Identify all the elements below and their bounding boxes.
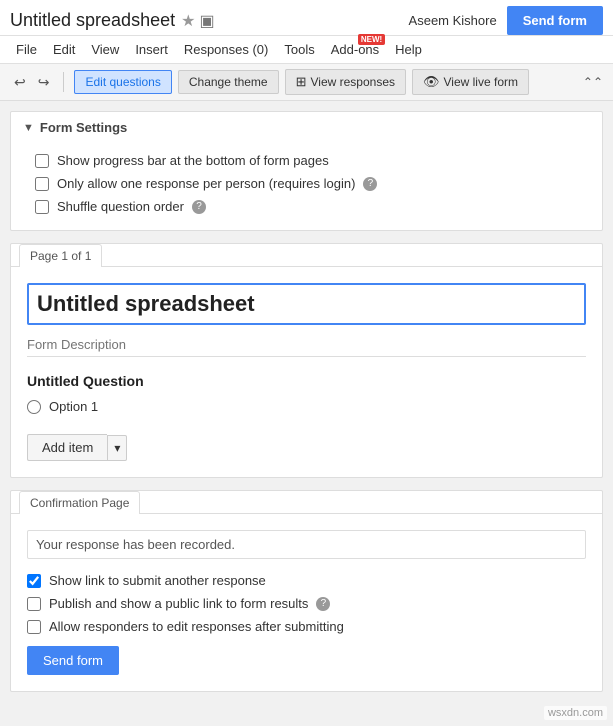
eye-icon: 👁 [423, 74, 440, 90]
publish-link-label: Publish and show a public link to form r… [49, 596, 308, 611]
redo-button[interactable]: ↪ [34, 72, 54, 93]
menu-help[interactable]: Help [389, 40, 428, 59]
settings-checkbox-row-2: Only allow one response per person (requ… [35, 172, 578, 195]
form-description-input[interactable] [27, 333, 586, 357]
menu-tools[interactable]: Tools [278, 40, 320, 59]
toolbar: ↩ ↪ Edit questions Change theme ⊞ View r… [0, 64, 613, 101]
progress-bar-checkbox[interactable] [35, 154, 49, 168]
show-link-checkbox[interactable] [27, 574, 41, 588]
show-link-label: Show link to submit another response [49, 573, 266, 588]
menu-addons[interactable]: Add-onsNEW! [325, 40, 385, 59]
one-response-checkbox[interactable] [35, 177, 49, 191]
publish-link-help-icon[interactable]: ? [316, 597, 330, 611]
view-live-form-button[interactable]: 👁 View live form [412, 69, 529, 95]
one-response-help-icon[interactable]: ? [363, 177, 377, 191]
menu-view[interactable]: View [85, 40, 125, 59]
title-left: Untitled spreadsheet ★ ▣ [10, 10, 215, 31]
add-item-button[interactable]: Add item [27, 434, 107, 461]
confirmation-panel: Confirmation Page Show link to submit an… [10, 490, 603, 692]
add-item-dropdown-button[interactable]: ▾ [107, 435, 127, 461]
settings-checkbox-row-1: Show progress bar at the bottom of form … [35, 149, 578, 172]
toolbar-separator [63, 72, 64, 92]
shuffle-questions-checkbox[interactable] [35, 200, 49, 214]
one-response-label: Only allow one response per person (requ… [57, 176, 355, 191]
send-form-button-bottom[interactable]: Send form [27, 646, 119, 675]
menu-edit[interactable]: Edit [47, 40, 81, 59]
form-settings-body: Show progress bar at the bottom of form … [11, 143, 602, 230]
form-title-input[interactable] [27, 283, 586, 325]
spreadsheet-title: Untitled spreadsheet [10, 10, 175, 31]
undo-redo-group: ↩ ↪ [10, 72, 53, 93]
menu-insert[interactable]: Insert [129, 40, 174, 59]
view-responses-button[interactable]: ⊞ View responses [285, 69, 406, 95]
form-settings-label: Form Settings [40, 120, 127, 135]
new-badge: NEW! [358, 34, 385, 45]
view-live-form-label: View live form [444, 75, 518, 89]
view-responses-icon: ⊞ [296, 74, 307, 90]
settings-checkbox-row-3: Shuffle question order ? [35, 195, 578, 218]
watermark: wsxdn.com [544, 706, 607, 720]
progress-bar-label: Show progress bar at the bottom of form … [57, 153, 329, 168]
option-1-label: Option 1 [49, 399, 98, 414]
confirmation-checkbox-row-2: Publish and show a public link to form r… [27, 592, 586, 615]
send-form-button-top[interactable]: Send form [507, 6, 603, 35]
menu-bar: File Edit View Insert Responses (0) Tool… [0, 36, 613, 64]
confirmation-checkbox-row-1: Show link to submit another response [27, 569, 586, 592]
page-panel: Page 1 of 1 Untitled Question Option 1 A… [10, 243, 603, 478]
view-responses-label: View responses [311, 75, 396, 89]
form-settings-panel: ▼ Form Settings Show progress bar at the… [10, 111, 603, 231]
settings-arrow-icon: ▼ [23, 122, 34, 134]
change-theme-button[interactable]: Change theme [178, 70, 279, 94]
edit-questions-button[interactable]: Edit questions [74, 70, 171, 94]
menu-file[interactable]: File [10, 40, 43, 59]
page-tab[interactable]: Page 1 of 1 [19, 244, 102, 267]
shuffle-questions-label: Shuffle question order [57, 199, 184, 214]
publish-link-checkbox[interactable] [27, 597, 41, 611]
shuffle-help-icon[interactable]: ? [192, 200, 206, 214]
undo-button[interactable]: ↩ [10, 72, 30, 93]
title-icons: ★ ▣ [181, 11, 214, 31]
user-name: Aseem Kishore [409, 13, 497, 28]
main-content: ▼ Form Settings Show progress bar at the… [0, 101, 613, 714]
add-item-row: Add item ▾ [27, 434, 586, 461]
page-content: Untitled Question Option 1 Add item ▾ [11, 266, 602, 477]
confirmation-content: Show link to submit another response Pub… [11, 513, 602, 691]
question-label: Untitled Question [27, 373, 586, 389]
title-right: Aseem Kishore Send form [409, 6, 603, 35]
confirmation-response-input[interactable] [27, 530, 586, 559]
confirmation-checkbox-row-3: Allow responders to edit responses after… [27, 615, 586, 638]
confirmation-tab[interactable]: Confirmation Page [19, 491, 140, 514]
option-1-radio[interactable] [27, 400, 41, 414]
title-bar: Untitled spreadsheet ★ ▣ Aseem Kishore S… [0, 0, 613, 36]
folder-icon[interactable]: ▣ [199, 11, 214, 31]
allow-edit-checkbox[interactable] [27, 620, 41, 634]
allow-edit-label: Allow responders to edit responses after… [49, 619, 344, 634]
radio-option-1: Option 1 [27, 397, 586, 416]
form-settings-header[interactable]: ▼ Form Settings [11, 112, 602, 143]
star-icon[interactable]: ★ [181, 11, 195, 31]
collapse-icon[interactable]: ⌃⌃ [583, 75, 603, 89]
menu-responses[interactable]: Responses (0) [178, 40, 275, 59]
